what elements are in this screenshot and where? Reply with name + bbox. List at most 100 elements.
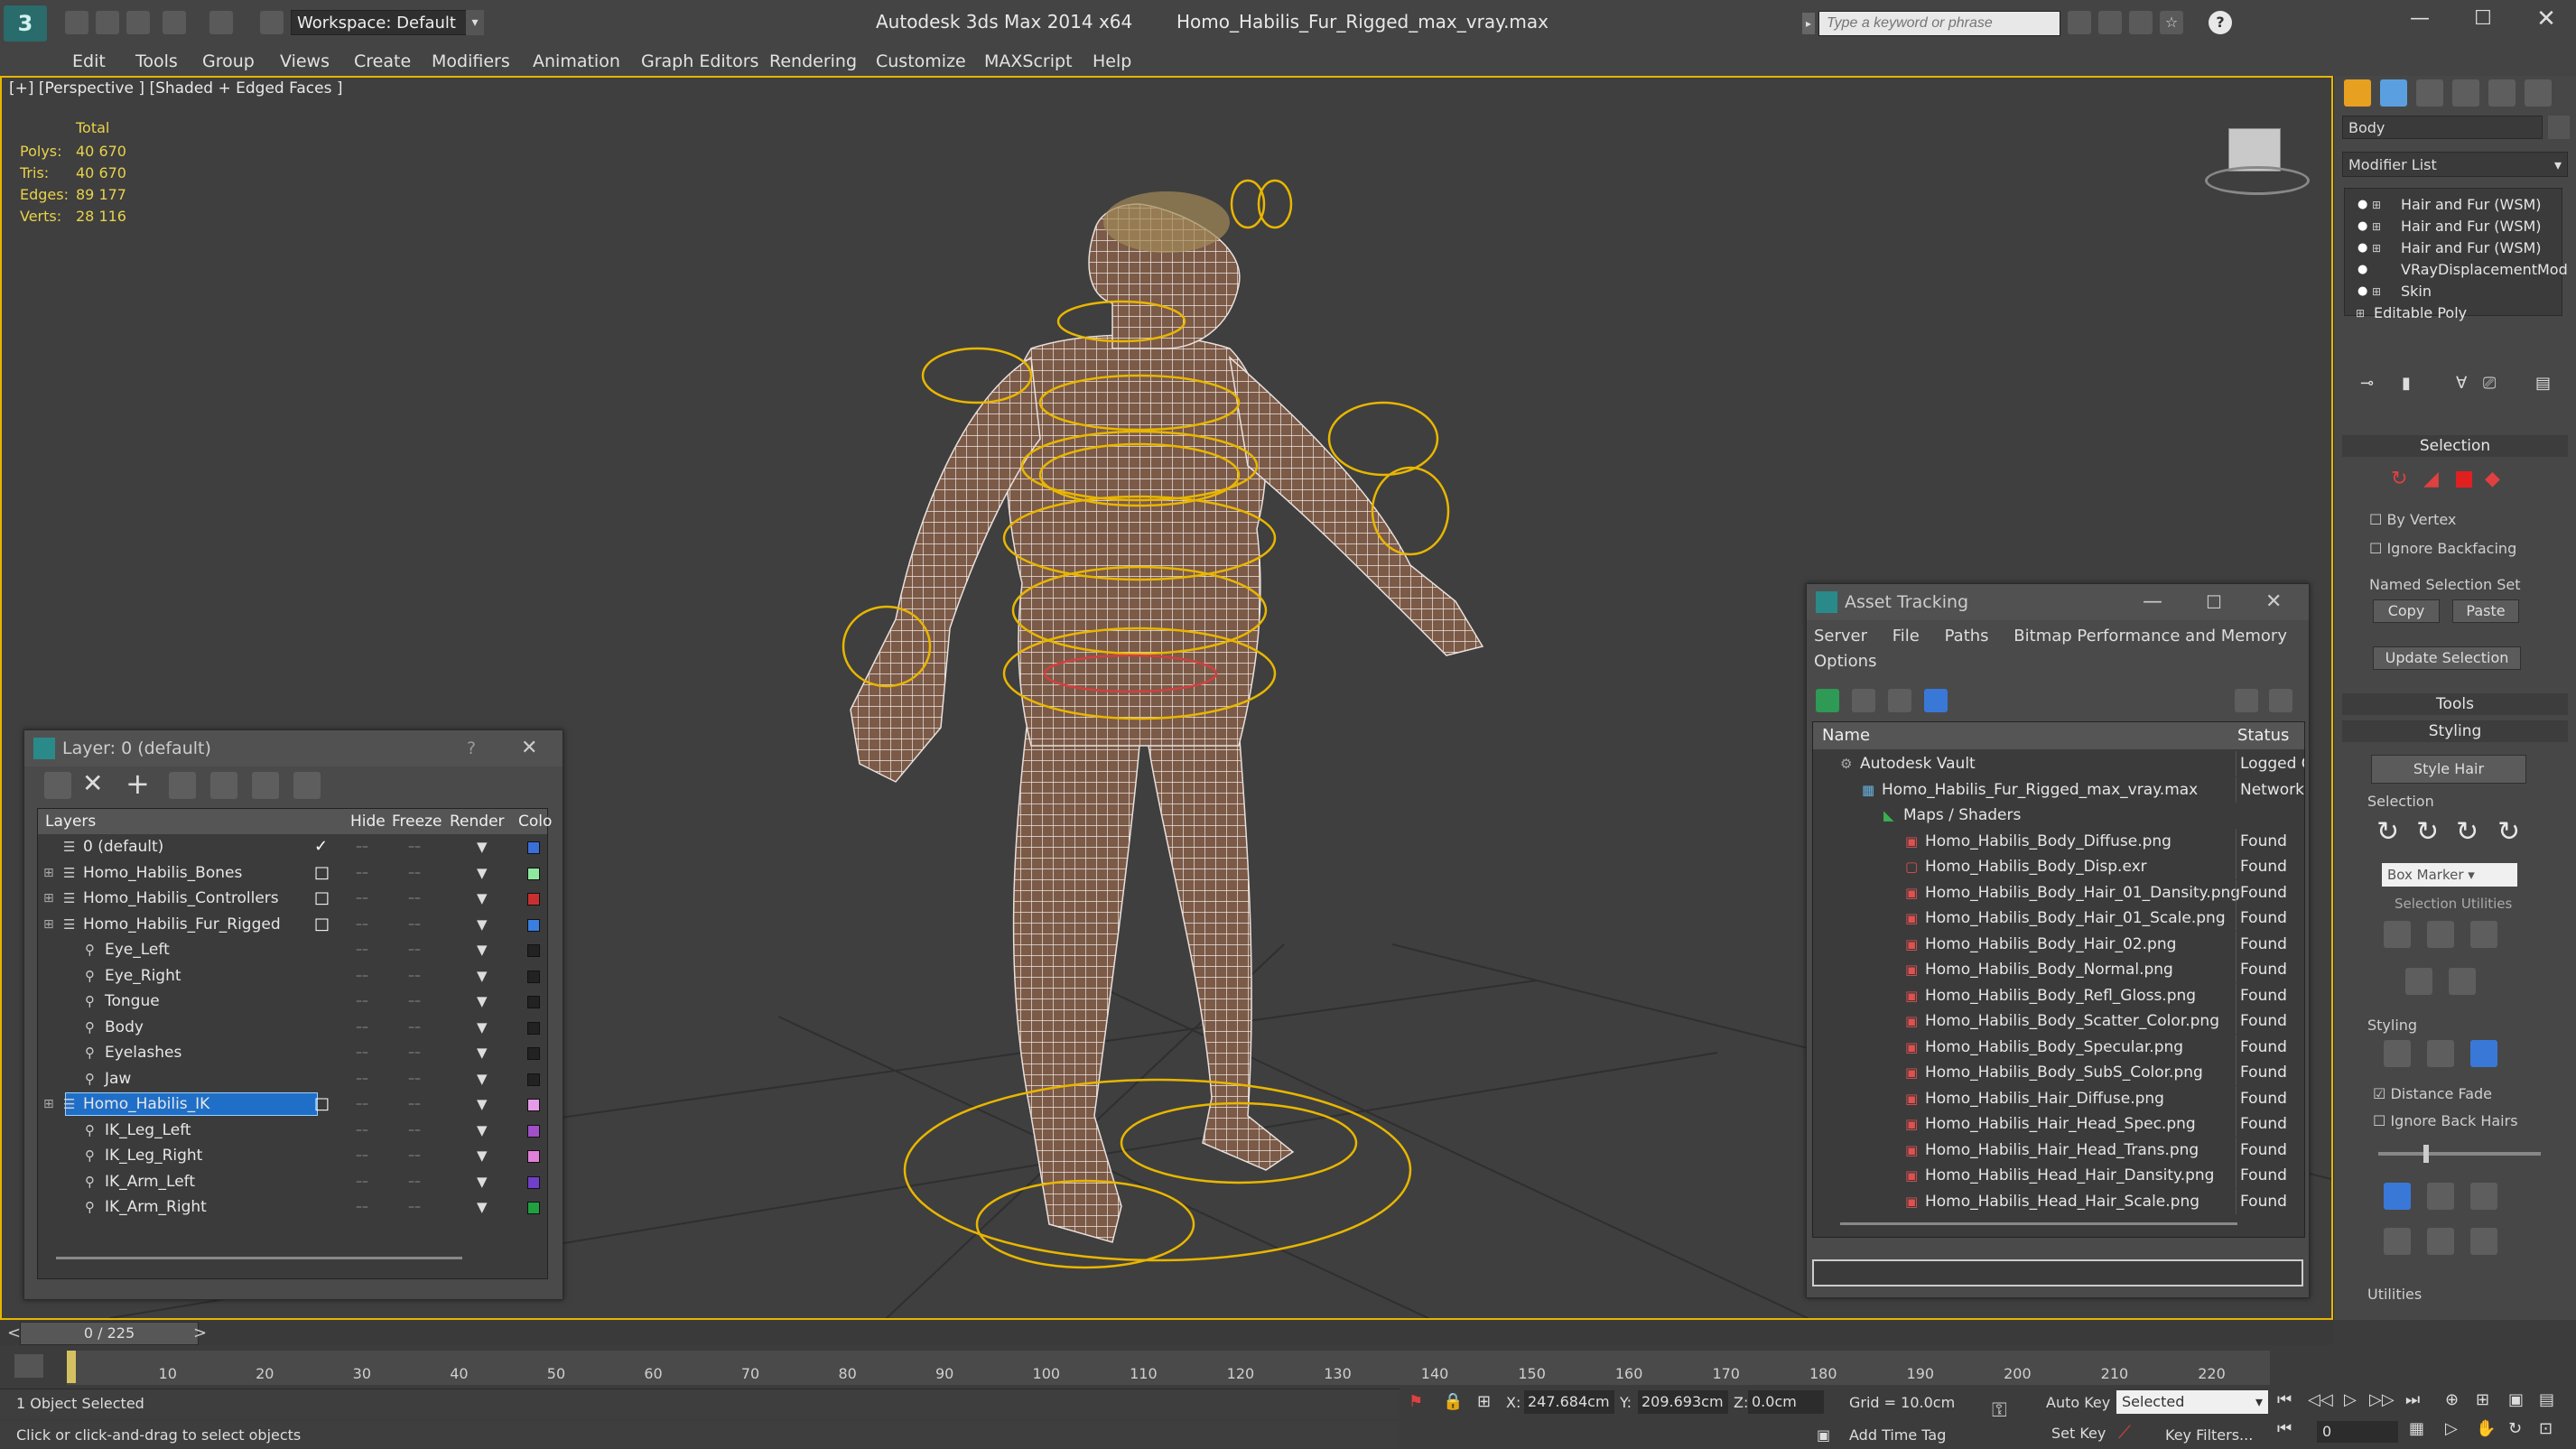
asset-row[interactable]: ▣ Homo_Habilis_Body_Hair_01_Scale.png Foun… xyxy=(1813,906,2304,931)
next-frame-icon[interactable]: ▷▷ xyxy=(2369,1390,2395,1409)
lengthen-tool-icon[interactable] xyxy=(2470,1228,2497,1255)
asset-dialog-close-button[interactable]: ✕ xyxy=(2265,584,2282,620)
refresh-icon[interactable] xyxy=(1816,689,1839,712)
time-slider-thumb[interactable]: 0 / 225 xyxy=(20,1322,199,1345)
time-slider[interactable]: < 0 / 225 > xyxy=(0,1322,2333,1345)
render-teapot-icon[interactable]: ▼ xyxy=(477,1118,488,1143)
communication-icon[interactable] xyxy=(2129,11,2153,34)
asset-row[interactable]: ◣ Maps / Shaders xyxy=(1813,803,2304,828)
asset-menu-bitmap[interactable]: Bitmap Performance and Memory xyxy=(2013,627,2287,646)
asset-dialog-maximize-button[interactable]: ☐ xyxy=(2206,584,2222,620)
modifier-expand-icon[interactable]: ⊞ xyxy=(2372,216,2381,237)
col-name[interactable]: Name xyxy=(1822,722,1870,749)
asset-row[interactable]: ▣ Homo_Habilis_Head_Hair_Scale.png Found xyxy=(1813,1188,2304,1214)
render-teapot-icon[interactable]: ▼ xyxy=(477,989,488,1014)
menu-help[interactable]: Help xyxy=(1093,47,1131,76)
undo-icon[interactable] xyxy=(163,11,186,34)
go-to-start-icon[interactable]: ⏮ xyxy=(2277,1390,2292,1409)
time-prev-icon[interactable]: < xyxy=(7,1324,21,1342)
modifier-enable-bulb-icon[interactable]: ● xyxy=(2357,194,2367,216)
auto-key-button[interactable]: Auto Key xyxy=(2046,1394,2110,1411)
select-hair-icon[interactable]: ↻ xyxy=(2376,816,2399,848)
current-layer-checkbox[interactable]: □ xyxy=(314,1091,330,1117)
layer-row[interactable]: ⚲ Jaw –– –– ▼ xyxy=(38,1066,547,1091)
col-render[interactable]: Render xyxy=(450,809,505,834)
menu-graph-editors[interactable]: Graph Editors xyxy=(641,47,758,76)
layer-row[interactable]: ⚲ Eye_Right –– –– ▼ xyxy=(38,963,547,989)
binoculars-icon[interactable] xyxy=(2068,11,2091,34)
previous-frame-icon[interactable]: ◁◁ xyxy=(2308,1390,2333,1409)
hide-toggle[interactable]: –– xyxy=(356,1194,368,1220)
asset-row[interactable]: ▣ Homo_Habilis_Body_Specular.png Found xyxy=(1813,1034,2304,1060)
layer-row[interactable]: ☰ 0 (default) ✓ –– –– ▼ xyxy=(38,834,547,859)
layer-row[interactable]: ⚲ Tongue –– –– ▼ xyxy=(38,989,547,1014)
pin-stack-icon[interactable]: ⊸ xyxy=(2360,374,2374,393)
select-tool-icon[interactable] xyxy=(2470,1040,2497,1067)
puff-roots-icon[interactable] xyxy=(2427,1183,2454,1210)
element-level-icon[interactable]: ◆ xyxy=(2485,468,2500,490)
layer-row[interactable]: ⚲ Eyelashes –– –– ▼ xyxy=(38,1040,547,1065)
col-layers[interactable]: Layers xyxy=(45,809,96,834)
brush-size-slider-handle[interactable] xyxy=(2423,1145,2429,1163)
x-coordinate-field[interactable]: 247.684cm xyxy=(1524,1390,1614,1414)
asset-menu-options[interactable]: Options xyxy=(1814,652,1876,671)
set-key-icon[interactable]: ⚿ xyxy=(1992,1399,2007,1422)
create-layer-icon[interactable] xyxy=(44,772,71,799)
zoom-extents-icon[interactable]: ▣ xyxy=(2508,1390,2524,1409)
hide-toggle[interactable]: –– xyxy=(356,886,368,911)
layer-row[interactable]: ⊞ ☰ Homo_Habilis_Fur_Rigged □ –– –– ▼ xyxy=(38,912,547,937)
add-time-tag-button[interactable]: Add Time Tag xyxy=(1849,1426,1946,1444)
close-window-button[interactable]: ✕ xyxy=(2528,5,2564,34)
hair-brush-icon[interactable] xyxy=(2384,1040,2411,1067)
hide-toggle[interactable]: –– xyxy=(356,937,368,962)
freeze-toggle[interactable]: –– xyxy=(408,1066,421,1091)
hide-selected-icon[interactable] xyxy=(2405,968,2432,995)
by-vertex-checkbox[interactable]: ☐ By Vertex xyxy=(2369,511,2456,528)
mini-curve-editor-icon[interactable] xyxy=(14,1354,43,1378)
menu-customize[interactable]: Customize xyxy=(876,47,966,76)
layer-color-swatch[interactable] xyxy=(527,1073,540,1086)
select-in-layer-icon[interactable] xyxy=(169,772,196,799)
set-key-button[interactable]: Set Key xyxy=(2051,1425,2106,1442)
hide-toggle[interactable]: –– xyxy=(356,1143,368,1168)
selection-rollout-header[interactable]: Selection xyxy=(2342,435,2568,457)
display-tab-icon[interactable] xyxy=(2488,79,2516,107)
expand-icon[interactable]: ⊞ xyxy=(43,886,54,911)
table-view-icon[interactable] xyxy=(1924,689,1948,712)
render-teapot-icon[interactable]: ▼ xyxy=(477,937,488,962)
utilities-tab-icon[interactable] xyxy=(2525,79,2552,107)
add-to-layer-icon[interactable]: + xyxy=(126,766,150,801)
guides-level-icon[interactable]: ↻ xyxy=(2391,468,2407,490)
modifier-enable-bulb-icon[interactable]: ● xyxy=(2357,281,2367,302)
y-coordinate-field[interactable]: 209.693cm xyxy=(1638,1390,1728,1414)
viewcube[interactable] xyxy=(2205,123,2310,195)
list-view-icon[interactable] xyxy=(1852,689,1875,712)
hierarchy-tab-icon[interactable] xyxy=(2416,79,2443,107)
remove-modifier-icon[interactable]: ⎚ xyxy=(2483,374,2496,393)
asset-path-field[interactable] xyxy=(1812,1259,2303,1286)
pan-view-icon[interactable]: ✋ xyxy=(2476,1419,2496,1438)
select-hair-vertices-icon[interactable]: ↻ xyxy=(2456,816,2478,848)
freeze-toggle[interactable]: –– xyxy=(408,1015,421,1040)
layer-row[interactable]: ⚲ IK_Leg_Right –– –– ▼ xyxy=(38,1143,547,1168)
freeze-toggle[interactable]: –– xyxy=(408,886,421,911)
hide-toggle[interactable]: –– xyxy=(356,1118,368,1143)
menu-tools[interactable]: Tools xyxy=(135,47,178,76)
asset-row[interactable]: ▣ Homo_Habilis_Body_Refl_Gloss.png Found xyxy=(1813,982,2304,1008)
expand-icon[interactable]: ⊞ xyxy=(43,1091,54,1117)
asset-menu-paths[interactable]: Paths xyxy=(1945,627,1989,646)
expand-icon[interactable]: ⊞ xyxy=(43,860,54,886)
freeze-toggle[interactable]: –– xyxy=(408,1194,421,1220)
modifier-expand-icon[interactable]: ⊞ xyxy=(2372,194,2381,216)
menu-rendering[interactable]: Rendering xyxy=(769,47,857,76)
styling-rollout-header[interactable]: Styling xyxy=(2342,720,2568,742)
modifier-enable-bulb-icon[interactable]: ● xyxy=(2357,216,2367,237)
layer-row[interactable]: ⊞ ☰ Homo_Habilis_Bones □ –– –– ▼ xyxy=(38,860,547,886)
expand-icon[interactable]: ⊞ xyxy=(43,912,54,937)
select-hair-ends-icon[interactable]: ↻ xyxy=(2416,816,2439,848)
render-teapot-icon[interactable]: ▼ xyxy=(477,912,488,937)
expand-selection-icon[interactable] xyxy=(2470,921,2497,948)
hide-toggle[interactable]: –– xyxy=(356,1040,368,1065)
freeze-toggle[interactable]: –– xyxy=(408,912,421,937)
settings-icon[interactable] xyxy=(2269,689,2292,712)
